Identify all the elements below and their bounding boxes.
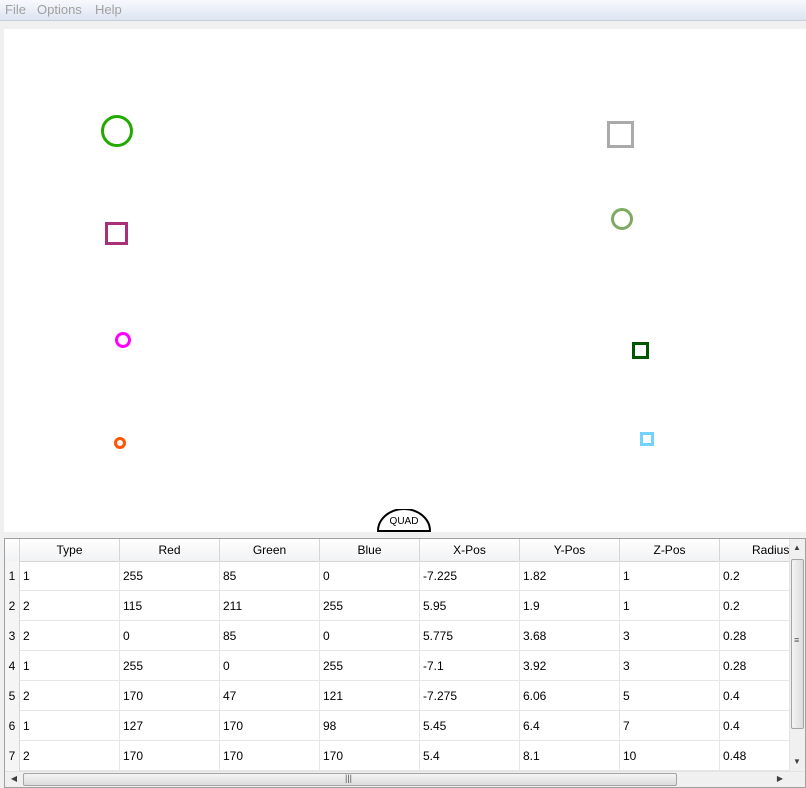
magenta-circle[interactable] <box>115 332 131 348</box>
table-cell[interactable]: -7.225 <box>420 561 520 591</box>
table-cell[interactable]: 0 <box>120 621 220 651</box>
table-cell[interactable]: 5.4 <box>420 741 520 771</box>
table-cell[interactable]: 47 <box>220 681 320 711</box>
table-cell[interactable]: 6.4 <box>520 711 620 741</box>
magenta-purple-square[interactable] <box>105 222 128 245</box>
column-header-red[interactable]: Red <box>120 539 220 561</box>
table-cell[interactable]: 0 <box>320 621 420 651</box>
table-cell[interactable]: 170 <box>120 741 220 771</box>
shape-table[interactable]: Type Red Green Blue X-Pos Y-Pos Z-Pos Ra… <box>4 538 806 788</box>
table-cell[interactable]: 3.92 <box>520 651 620 681</box>
table-cell[interactable]: 255 <box>120 651 220 681</box>
table-cell[interactable]: 1 <box>620 561 720 591</box>
table-cell[interactable]: 170 <box>220 711 320 741</box>
column-header-green[interactable]: Green <box>220 539 320 561</box>
dark-green-square[interactable] <box>632 342 649 359</box>
table-row[interactable]: 2 2 115 211 255 5.95 1.9 1 0.2 <box>5 591 805 621</box>
table-row[interactable]: 4 1 255 0 255 -7.1 3.92 3 0.28 <box>5 651 805 681</box>
table-cell[interactable]: 6.06 <box>520 681 620 711</box>
row-number[interactable]: 4 <box>5 651 20 681</box>
table-cell[interactable]: 0 <box>320 561 420 591</box>
vertical-scrollbar[interactable]: ▲ ≡ ▼ <box>789 539 805 771</box>
table-cell[interactable]: 121 <box>320 681 420 711</box>
light-blue-square[interactable] <box>640 432 654 446</box>
scroll-up-arrow[interactable]: ▲ <box>790 541 804 555</box>
row-number[interactable]: 2 <box>5 591 20 621</box>
vertical-grip-icon: ≡ <box>794 635 800 645</box>
table-cell[interactable]: 3 <box>620 621 720 651</box>
table-cell[interactable]: 85 <box>220 621 320 651</box>
scroll-left-arrow[interactable]: ◀ <box>7 772 21 786</box>
orange-circle[interactable] <box>114 437 126 449</box>
table-cell[interactable]: 10 <box>620 741 720 771</box>
table-header: Type Red Green Blue X-Pos Y-Pos Z-Pos Ra… <box>5 539 805 562</box>
table-cell[interactable]: 8.1 <box>520 741 620 771</box>
header-corner <box>5 539 20 561</box>
table-cell[interactable]: 85 <box>220 561 320 591</box>
table-cell[interactable]: 3.68 <box>520 621 620 651</box>
table-cell[interactable]: 5.45 <box>420 711 520 741</box>
row-number[interactable]: 7 <box>5 741 20 771</box>
column-header-blue[interactable]: Blue <box>320 539 420 561</box>
table-cell[interactable]: 3 <box>620 651 720 681</box>
quad-label: QUAD <box>389 516 419 527</box>
row-number[interactable]: 3 <box>5 621 20 651</box>
table-cell[interactable]: 2 <box>20 741 120 771</box>
row-number[interactable]: 1 <box>5 561 20 591</box>
sage-circle[interactable] <box>611 208 633 230</box>
row-number[interactable]: 6 <box>5 711 20 741</box>
table-cell[interactable]: 1 <box>20 711 120 741</box>
table-cell[interactable]: 2 <box>20 591 120 621</box>
table-cell[interactable]: 170 <box>320 741 420 771</box>
table-row[interactable]: 3 2 0 85 0 5.775 3.68 3 0.28 <box>5 621 805 651</box>
menu-bar: File Options Help <box>0 0 806 21</box>
column-header-x-pos[interactable]: X-Pos <box>420 539 520 561</box>
scroll-right-arrow[interactable]: ▶ <box>773 772 787 786</box>
table-cell[interactable]: 115 <box>120 591 220 621</box>
row-number[interactable]: 5 <box>5 681 20 711</box>
quad-marker[interactable]: QUAD <box>376 508 432 532</box>
horizontal-scrollbar[interactable]: ◀ ||| ▶ <box>5 771 805 787</box>
table-cell[interactable]: 98 <box>320 711 420 741</box>
table-cell[interactable]: 1 <box>20 561 120 591</box>
menu-help[interactable]: Help <box>92 2 125 17</box>
table-cell[interactable]: 1 <box>620 591 720 621</box>
table-row[interactable]: 1 1 255 85 0 -7.225 1.82 1 0.2 <box>5 561 805 591</box>
table-cell[interactable]: 1 <box>20 651 120 681</box>
table-cell[interactable]: 1.9 <box>520 591 620 621</box>
table-cell[interactable]: 0 <box>220 651 320 681</box>
table-cell[interactable]: 127 <box>120 711 220 741</box>
table-cell[interactable]: 255 <box>120 561 220 591</box>
table-cell[interactable]: 5.95 <box>420 591 520 621</box>
table-row[interactable]: 5 2 170 47 121 -7.275 6.06 5 0.4 <box>5 681 805 711</box>
gray-square[interactable] <box>607 121 634 148</box>
table-cell[interactable]: 255 <box>320 591 420 621</box>
table-cell[interactable]: 5.775 <box>420 621 520 651</box>
table-cell[interactable]: 2 <box>20 681 120 711</box>
column-header-type[interactable]: Type <box>20 539 120 561</box>
column-header-y-pos[interactable]: Y-Pos <box>520 539 620 561</box>
column-header-z-pos[interactable]: Z-Pos <box>620 539 720 561</box>
table-row[interactable]: 6 1 127 170 98 5.45 6.4 7 0.4 <box>5 711 805 741</box>
green-circle[interactable] <box>101 115 133 147</box>
table-cell[interactable]: -7.1 <box>420 651 520 681</box>
table-cell[interactable]: 1.82 <box>520 561 620 591</box>
horizontal-grip-icon: ||| <box>345 773 353 783</box>
table-cell[interactable]: -7.275 <box>420 681 520 711</box>
table-cell[interactable]: 255 <box>320 651 420 681</box>
table-cell[interactable]: 170 <box>120 681 220 711</box>
table-row[interactable]: 7 2 170 170 170 5.4 8.1 10 0.48 <box>5 741 805 771</box>
table-cell[interactable]: 7 <box>620 711 720 741</box>
table-cell[interactable]: 5 <box>620 681 720 711</box>
table-cell[interactable]: 2 <box>20 621 120 651</box>
table-cell[interactable]: 170 <box>220 741 320 771</box>
table-cell[interactable]: 211 <box>220 591 320 621</box>
scroll-down-arrow[interactable]: ▼ <box>790 755 804 769</box>
menu-file[interactable]: File <box>2 2 29 17</box>
menu-options[interactable]: Options <box>34 2 85 17</box>
drawing-canvas[interactable]: QUAD <box>4 29 806 532</box>
